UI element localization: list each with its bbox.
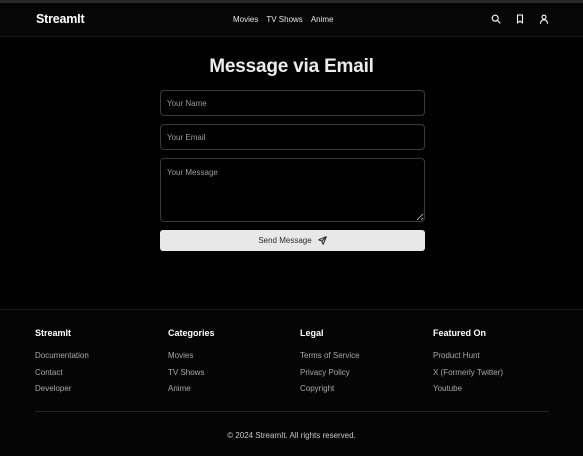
header-actions bbox=[491, 14, 549, 24]
footer-link-product-hunt[interactable]: Product Hunt bbox=[433, 351, 503, 361]
nav-movies[interactable]: Movies bbox=[233, 15, 258, 24]
footer-link-documentation[interactable]: Documentation bbox=[35, 351, 89, 361]
bookmark-icon[interactable] bbox=[515, 14, 525, 24]
name-input[interactable] bbox=[160, 90, 425, 116]
nav-anime[interactable]: Anime bbox=[311, 15, 334, 24]
footer-link-copyright[interactable]: Copyright bbox=[300, 384, 360, 394]
footer-link-contact[interactable]: Contact bbox=[35, 368, 89, 378]
footer-link-privacy[interactable]: Privacy Policy bbox=[300, 368, 360, 378]
footer-heading: Legal bbox=[300, 328, 324, 338]
user-icon[interactable] bbox=[539, 14, 549, 24]
footer-column-featured-on: Featured On Product Hunt X (Formerly Twi… bbox=[433, 328, 503, 401]
main-nav: Movies TV Shows Anime bbox=[233, 15, 334, 24]
nav-tv-shows[interactable]: TV Shows bbox=[266, 15, 302, 24]
footer-link-x[interactable]: X (Formerly Twitter) bbox=[433, 368, 503, 378]
footer-heading: Featured On bbox=[433, 328, 487, 338]
footer-heading: StreamIt bbox=[35, 328, 72, 338]
footer-link-movies[interactable]: Movies bbox=[168, 351, 215, 361]
footer-link-developer[interactable]: Developer bbox=[35, 384, 89, 394]
send-icon bbox=[317, 236, 327, 245]
top-navbar: StreamIt Movies TV Shows Anime bbox=[0, 0, 583, 37]
footer-link-tv-shows[interactable]: TV Shows bbox=[168, 368, 215, 378]
message-textarea[interactable] bbox=[160, 158, 425, 222]
footer-column-categories: Categories Movies TV Shows Anime bbox=[168, 328, 215, 401]
footer-column-legal: Legal Terms of Service Privacy Policy Co… bbox=[300, 328, 360, 401]
email-input[interactable] bbox=[160, 124, 425, 150]
footer-divider bbox=[35, 411, 549, 412]
footer: StreamIt Documentation Contact Developer… bbox=[0, 309, 583, 456]
search-icon[interactable] bbox=[491, 14, 501, 24]
footer-column-streamit: StreamIt Documentation Contact Developer bbox=[35, 328, 89, 401]
footer-link-anime[interactable]: Anime bbox=[168, 384, 215, 394]
logo[interactable]: StreamIt bbox=[36, 12, 85, 26]
send-message-button[interactable]: Send Message bbox=[160, 230, 425, 251]
footer-heading: Categories bbox=[168, 328, 215, 338]
page-title: Message via Email bbox=[209, 56, 374, 77]
copyright-text: © 2024 StreamIt. All rights reserved. bbox=[227, 431, 356, 440]
footer-link-terms[interactable]: Terms of Service bbox=[300, 351, 360, 361]
footer-link-youtube[interactable]: Youtube bbox=[433, 384, 503, 394]
send-message-label: Send Message bbox=[258, 236, 312, 245]
